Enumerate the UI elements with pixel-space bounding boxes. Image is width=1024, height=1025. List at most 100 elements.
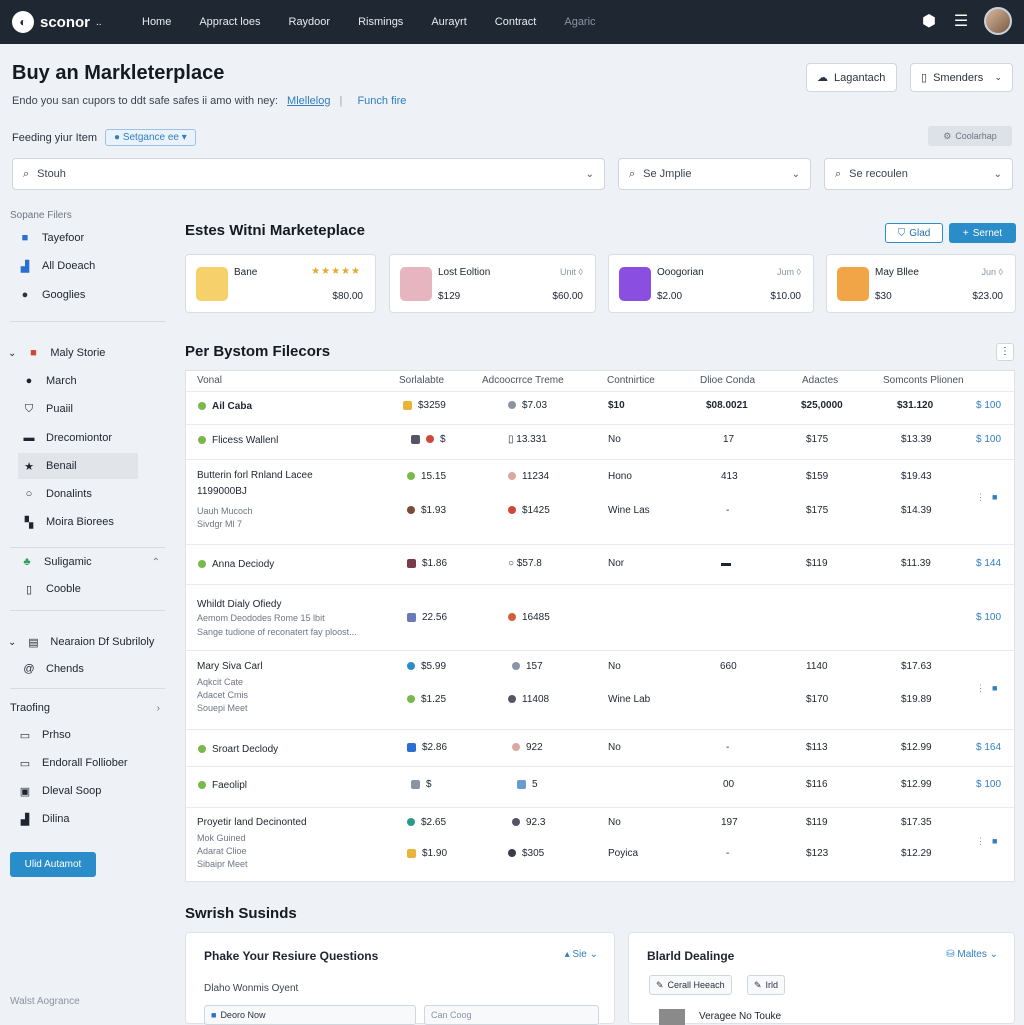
drag-handle-icon[interactable]: ⋮ [976,683,985,694]
sidebar-group-5[interactable]: Traofing › [10,695,160,721]
table-row[interactable]: Faeolipl $ 5 00 $116 $12.99 $ 100 [186,766,1014,807]
panel-row-1[interactable]: ■ Deoro Now [204,1005,416,1025]
panel-row-2[interactable]: Can Coog [424,1005,599,1025]
search-input-3[interactable]: ⌕ Se recoulen ⌄ [824,158,1013,190]
header-button-2[interactable]: ▯ Smenders ⌄ [910,63,1013,92]
sidebar-item-endorall[interactable]: ▭ Endorall Folliober [18,750,128,776]
column-header[interactable]: Vonal [197,375,222,386]
product-card-1[interactable]: Bane ★★★★★ $80.00 [185,254,376,313]
column-header[interactable]: Somconts Plionen [883,375,964,386]
nav-link-4[interactable]: Rismings [344,0,417,44]
drag-handle-icon[interactable]: ⋮ [976,836,985,847]
table-row[interactable]: Mary Siva Carl Aqkcit Cate Adacet Cmis S… [186,650,1014,729]
search-input-main[interactable]: ⌕ Stouh ⌄ [12,158,605,190]
row-sub: Sibaipr Meet [197,859,248,869]
marketplace-button-2[interactable]: + Sernet [949,223,1016,243]
grid-icon: ▚ [24,516,34,529]
nav-link-7[interactable]: Agaric [550,0,609,44]
table-row[interactable]: Proyetir land Decinonted Mok Guined Adar… [186,807,1014,881]
filter-chip-2[interactable]: ✎ Irld [747,975,786,995]
product-card-4[interactable]: May Bllee Jun ◊ $30 $23.00 [826,254,1016,313]
sidebar-action-button[interactable]: Ulid Autamot [10,852,96,877]
sidebar-item-1[interactable]: ■ Tayefoor [18,225,85,251]
marketplace-button-1[interactable]: ⛉ Glad [885,223,943,243]
subtitle-link-1[interactable]: Mlellelog [287,95,330,107]
filter-label: Feeding yiur Item [12,131,97,144]
column-header[interactable]: Adactes [802,375,838,386]
drag-handle-icon[interactable]: ⋮ [976,492,985,503]
panel-dropdown[interactable]: ⛁ Maltes ⌄ [946,949,998,960]
brand-suffix: .. [96,16,102,28]
nav-links: Home Appract loes Raydoor Rismings Auray… [128,0,610,44]
sidebar-item-chends[interactable]: @ Chends [22,656,84,682]
bookmark-icon[interactable]: ■ [992,683,997,693]
sidebar-item-benail[interactable]: ★ Benail [18,453,138,479]
filter-pill-dot-icon: ● [113,132,123,143]
cell-value: 11408 [522,694,550,705]
coin-icon [407,662,415,671]
nav-link-3[interactable]: Raydoor [275,0,345,44]
column-header[interactable]: Dlioe Conda [700,375,755,386]
column-header[interactable]: Contnirtice [607,375,655,386]
sidebar-item-3[interactable]: ● Googlies [18,282,86,308]
sidebar-item-donalints[interactable]: ○ Donalints [22,481,92,507]
table-row[interactable]: Butterin forl Rnland Lacee 1199000BJ Uau… [186,459,1014,544]
chevron-right-icon: › [156,702,160,714]
table-title: Per Bystom Filecors [185,343,331,360]
table-row[interactable]: Whildt Dialy Ofiedy Aemom Deododes Rome … [186,584,1014,650]
sidebar-group-3[interactable]: ♣ Suligamic ⌃ [20,549,160,575]
column-header[interactable]: Adcoocrrce Treme [482,375,564,386]
sidebar-item-dilina[interactable]: ▟ Dilina [18,806,70,832]
bookmark-icon[interactable]: ■ [992,836,997,846]
filter-pill[interactable]: ● Setgance ee ▾ [104,129,196,146]
menu-icon[interactable]: ☰ [952,11,970,31]
cell-value: $1.86 [422,558,448,569]
table-options-button[interactable]: ⋮ [996,343,1014,361]
sidebar-item-drecomiontor[interactable]: ▬ Drecomiontor [22,425,113,451]
row-link[interactable]: $ 164 [976,742,1001,753]
sidebar-item-puaiil[interactable]: ⛉ Puaiil [22,396,73,422]
sidebar-group-3-label: Suligamic [44,556,92,568]
row-link[interactable]: $ 100 [976,400,1001,411]
nav-link-2[interactable]: Appract loes [185,0,274,44]
sidebar-group-2[interactable]: ⌄ ■ Maly Storie [8,340,105,366]
table-row[interactable]: Anna Deciody $1.86 ○ $57.8 Nor ▬ $119 $1… [186,544,1014,584]
subtitle-link-2[interactable]: Funch fire [357,95,406,107]
sidebar-item-2[interactable]: ▟ All Doeach [18,253,95,279]
brand-logo[interactable]: ◐ sconor.. [12,11,124,33]
table-row[interactable]: Sroart Declody $2.86 922 No - $113 $12.9… [186,729,1014,766]
sidebar-item-cooble[interactable]: ▯ Cooble [22,576,81,602]
sidebar-group-4[interactable]: ⌄ ▤ Nearaion Df Subriloly [8,629,154,655]
sidebar-item-march[interactable]: ● March [22,368,77,394]
cell-value: $119 [806,558,828,569]
table-row[interactable]: Flicess Wallenl $ ▯ 13.331 No 17 $175 $1… [186,424,1014,459]
nav-link-5[interactable]: Aurayrt [417,0,480,44]
filter-chip-1[interactable]: ✎ Cerall Heeach [649,975,732,995]
column-header[interactable]: Sorlalabte [399,375,444,386]
header-button-1[interactable]: ☁ Lagantach [806,63,897,92]
nav-link-home[interactable]: Home [128,0,185,44]
table-row[interactable]: Ail Caba $3259 $7.03 $10 $08.0021 $25,00… [186,391,1014,424]
product-card-2[interactable]: Lost Eoltion Unit ◊ $129 $60.00 [389,254,596,313]
cell-value: No [608,434,621,445]
cell-value: Hono [608,471,632,482]
bookmark-icon[interactable]: ■ [992,492,997,502]
avatar[interactable] [984,7,1012,35]
row-link[interactable]: $ 100 [976,779,1001,790]
notification-icon[interactable]: ⬢ [920,11,938,31]
sidebar-item-prhso[interactable]: ▭ Prhso [18,722,71,748]
row-link[interactable]: $ 144 [976,558,1001,569]
search-input-2[interactable]: ⌕ Se Jmplie ⌄ [618,158,811,190]
row-link[interactable]: $ 100 [976,612,1001,623]
sidebar-item-dleval[interactable]: ▣ Dleval Soop [18,778,102,804]
clear-filters-button[interactable]: ⚙ Coolarhap [928,126,1012,146]
sidebar-item-moira[interactable]: ▚ Moira Biorees [22,509,114,535]
panel-dropdown[interactable]: ▴ Sie ⌄ [565,949,598,960]
row-link[interactable]: $ 100 [976,434,1001,445]
product-card-3[interactable]: Ooogorian Jum ◊ $2.00 $10.00 [608,254,814,313]
circle-icon: ○ [25,488,33,500]
cell-value: 11234 [522,471,550,482]
row-name: Anna Deciody [212,559,275,570]
circle-icon: ○ [508,558,517,569]
nav-link-6[interactable]: Contract [481,0,551,44]
